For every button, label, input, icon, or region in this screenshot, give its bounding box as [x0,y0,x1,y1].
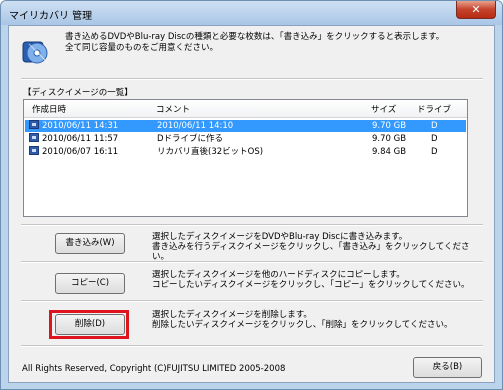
row-date: 2010/06/11 14:31 [42,121,119,131]
window-title: マイリカバリ 管理 [9,11,93,22]
row-comment: Dドライブに作る [157,134,224,144]
list-row[interactable]: 2010/06/11 11:57 Dドライブに作る 9.70 GB D [25,133,466,145]
intro-text: 書き込めるDVDやBlu-ray Discの種類と必要な枚数は、「書き込み」をク… [65,32,485,54]
list-title: 【ディスクイメージの一覧】 [23,88,133,98]
column-header-date[interactable]: 作成日時 [32,103,66,115]
row-drive: D [431,134,438,144]
write-button[interactable]: 書き込み(W) [55,233,125,254]
row-size: 9.70 GB [372,121,407,131]
row-comment: 2010/06/11 14:10 [157,121,234,131]
copy-desc-line-1: 選択したディスクイメージを他のハードディスクにコピーします。 [152,270,405,280]
write-description: 選択したディスクイメージをDVDやBlu-ray Discに書き込みます。 書き… [152,232,482,262]
disc-image-icon [29,120,39,129]
separator [21,300,483,302]
write-desc-line-2: 書き込みを行うディスクイメージをクリックし、「書き込み」をクリックしてください。 [152,242,470,262]
delete-button[interactable]: 削除(D) [55,314,125,335]
disc-image-icon [29,133,39,142]
row-date: 2010/06/11 11:57 [42,134,119,144]
back-button[interactable]: 戻る(B) [413,357,482,378]
separator [21,224,483,226]
row-size: 9.70 GB [372,134,407,144]
copy-button[interactable]: コピー(C) [55,273,125,294]
intro-line-2: 全て同じ容量のものをご用意ください。 [65,43,219,53]
row-size: 9.84 GB [372,147,407,157]
dialog-body: 書き込めるDVDやBlu-ray Discの種類と必要な枚数は、「書き込み」をク… [8,25,495,383]
delete-description: 選択したディスクイメージを削除します。 削除したいディスクイメージをクリックし、… [152,310,482,330]
column-header-comment[interactable]: コメント [156,103,190,115]
copy-description: 選択したディスクイメージを他のハードディスクにコピーします。 コピーしたいディス… [152,270,482,290]
separator [21,78,483,80]
disc-image-icon [29,146,39,155]
delete-desc-line-1: 選択したディスクイメージを削除します。 [152,310,312,320]
intro-line-1: 書き込めるDVDやBlu-ray Discの種類と必要な枚数は、「書き込み」をク… [65,32,445,42]
column-header-size[interactable]: サイズ [371,103,396,115]
copyright-text: All Rights Reserved, Copyright (C)FUJITS… [22,364,286,374]
write-desc-line-1: 選択したディスクイメージをDVDやBlu-ray Discに書き込みます。 [152,232,408,242]
title-bar: マイリカバリ 管理 ✕ [1,1,502,25]
close-button[interactable]: ✕ [456,1,496,19]
disc-image-list[interactable]: 作成日時 コメント サイズ ドライブ 2010/06/11 14:31 2010… [23,99,468,217]
list-row[interactable]: 2010/06/07 16:11 リカバリ直後(32ビットOS) 9.84 GB… [25,146,466,158]
disc-app-icon [22,41,48,64]
separator [21,261,483,263]
row-date: 2010/06/07 16:11 [42,147,119,157]
delete-desc-line-2: 削除したいディスクイメージをクリックし、「削除」をクリックしてください。 [152,320,453,330]
row-drive: D [431,147,438,157]
copy-desc-line-2: コピーしたいディスクイメージをクリックし、「コピー」をクリックしてください。 [152,280,470,290]
row-comment: リカバリ直後(32ビットOS) [157,147,264,157]
separator [21,345,483,347]
list-header: 作成日時 コメント サイズ ドライブ [24,100,467,118]
row-drive: D [431,121,438,131]
column-header-drive[interactable]: ドライブ [417,103,451,115]
main-window: マイリカバリ 管理 ✕ 書き込めるDVDやBlu-ray Discの種類と必要な… [0,0,503,390]
list-row[interactable]: 2010/06/11 14:31 2010/06/11 14:10 9.70 G… [25,120,466,132]
